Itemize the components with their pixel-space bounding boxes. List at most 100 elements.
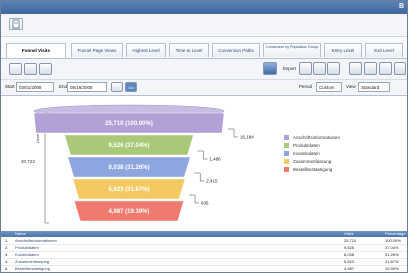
tab-label: Funnel Page Views (77, 48, 117, 53)
header-visits: Visits (344, 231, 354, 236)
legend-swatch (284, 151, 289, 156)
segment-label: 4,987 (19.39%) (108, 209, 149, 215)
table-row[interactable]: 1. Anschriftsinformationen 25,710 100.00… (1, 238, 407, 245)
tab-label: Highest Level (132, 48, 160, 53)
app-window: B Funnel Visits Funnel Page Views Highes… (0, 0, 408, 273)
excel-icon[interactable] (299, 62, 312, 75)
tab-label: Exit Level (374, 48, 394, 53)
row-visits: 8,038 (344, 252, 355, 257)
segment-label: 9,526 (37.04%) (108, 143, 149, 149)
word-icon[interactable] (313, 62, 326, 75)
end-label: End (59, 84, 68, 89)
action-toolbar: Export (1, 59, 407, 80)
row-percentage: 37.04% (385, 245, 399, 250)
tab-label: Conversion Paths (218, 48, 254, 53)
end-date-field[interactable]: 05/16/2008 (67, 82, 107, 92)
tab-exit-level[interactable]: Exit Level (365, 43, 403, 57)
dropoff-connector (197, 150, 208, 160)
header-name: Name (15, 231, 26, 236)
tab-highest-level[interactable]: Highest Level (126, 43, 166, 57)
row-number: 1. (5, 238, 9, 243)
forward-icon[interactable] (24, 63, 37, 75)
dropoff-label: 16,184 (240, 135, 254, 140)
legend-label: Kundendaten (293, 151, 320, 156)
row-name[interactable]: Bestellbestaetigung (15, 266, 50, 271)
levels-table: Name Visits Percentage 1. Anschriftsinfo… (1, 231, 407, 272)
row-visits: 25,710 (344, 238, 357, 243)
go-label: Go (128, 85, 134, 90)
row-number: 5. (5, 266, 9, 271)
row-visits: 4,987 (344, 266, 355, 271)
row-percentage: 31.26% (385, 252, 399, 257)
tab-time-to-level[interactable]: Time to Level (169, 43, 209, 57)
calendar-icon[interactable] (111, 82, 123, 92)
chart-type-icon[interactable] (349, 62, 362, 75)
table-row[interactable]: 4. Zusammenfassung 5,623 21.87% (1, 259, 407, 266)
tab-entry-level[interactable]: Entry Level (324, 43, 362, 57)
title-text: B (398, 3, 404, 10)
row-name[interactable]: Kundendaten (15, 252, 39, 257)
settings-icon[interactable] (364, 62, 377, 75)
dropoff-connector (189, 194, 200, 204)
legend-swatch (284, 167, 289, 172)
row-percentage: 21.87% (385, 259, 399, 264)
legend-label: Zusammenfassung (293, 159, 332, 164)
legend-swatch (284, 143, 289, 148)
table-row[interactable]: 2. Produktdaten 9,526 37.04% (1, 245, 407, 252)
monitor-icon[interactable] (263, 62, 277, 75)
row-visits: 5,623 (344, 259, 355, 264)
tab-funnel-page-views[interactable]: Funnel Page Views (71, 43, 123, 57)
go-button[interactable]: Go (125, 82, 137, 92)
start-date-field[interactable]: 03/01/2008 (16, 82, 54, 92)
funnel-chart: 30,723 Level 25,710 (100.00%) 16,184 Anschri… (21, 104, 341, 224)
legend-swatch (284, 159, 289, 164)
row-percentage: 100.00% (385, 238, 401, 243)
tab-funnel-visits[interactable]: Funnel Visits (6, 43, 66, 58)
start-label: Start (5, 84, 15, 89)
row-number: 2. (5, 245, 9, 250)
dropoff-connector (194, 172, 205, 182)
top-toolbar (1, 14, 407, 37)
view-select[interactable]: Standard (358, 82, 390, 92)
export-label: Export (283, 66, 297, 71)
row-name[interactable]: Anschriftsinformationen (15, 238, 57, 243)
legend-label: Anschriftsinformationen (293, 135, 341, 140)
print-icon[interactable] (379, 62, 392, 75)
pdf-icon[interactable] (327, 62, 340, 75)
date-range-bar: Start 03/01/2008 End 05/16/2008 Go Perio… (1, 80, 407, 96)
table-row[interactable]: 5. Bestellbestaetigung 4,987 19.39% (1, 266, 407, 272)
tab-conversion-paths[interactable]: Conversion Paths (212, 43, 260, 57)
tab-label: Conversion by Population Group (266, 45, 318, 49)
dropoff-label: 1,486 (209, 157, 221, 162)
axis-label: Level (36, 134, 40, 143)
header-percentage: Percentage (385, 231, 406, 236)
tab-label: Funnel Visits (22, 48, 50, 53)
row-number: 3. (5, 252, 9, 257)
row-percentage: 19.39% (385, 266, 399, 271)
doc-icon[interactable] (9, 18, 23, 30)
funnel-chart-area: 30,723 Level 25,710 (100.00%) 16,184 Anschri… (1, 96, 407, 231)
dropoff-label: 636 (201, 201, 209, 206)
segment-label: 5,623 (21.87%) (108, 187, 149, 193)
segment-label: 8,038 (31.26%) (108, 165, 149, 171)
row-visits: 9,526 (344, 245, 355, 250)
period-label: Period (299, 84, 313, 89)
help-icon[interactable] (394, 62, 406, 75)
period-select[interactable]: Custom (316, 82, 342, 92)
view-label: View (346, 84, 356, 89)
total-label: 30,723 (21, 159, 35, 164)
tab-label: Time to Level (175, 48, 203, 53)
back-icon[interactable] (9, 63, 22, 75)
row-name[interactable]: Produktdaten (15, 245, 39, 250)
tab-label: Entry Level (331, 48, 355, 53)
title-bar: B (1, 1, 407, 14)
tab-conversion-by-population[interactable]: Conversion by Population Group (263, 43, 321, 57)
legend-label: Produktdaten (293, 143, 320, 148)
table-row[interactable]: 3. Kundendaten 8,038 31.26% (1, 252, 407, 259)
dropoff-connector (228, 128, 238, 138)
refresh-icon[interactable] (39, 63, 52, 75)
row-name[interactable]: Zusammenfassung (15, 259, 49, 264)
legend-swatch (284, 135, 289, 140)
dropoff-label: 2,415 (206, 179, 218, 184)
legend-label: Bestellbestaetigung (293, 167, 333, 172)
